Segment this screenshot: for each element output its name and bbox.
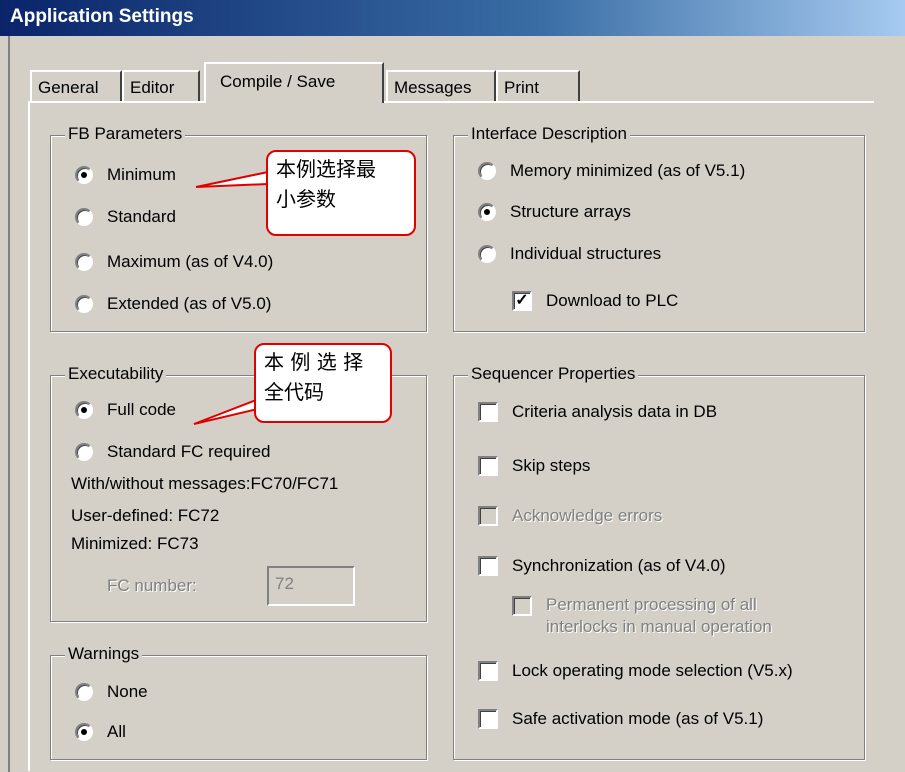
annotation-callout-minimum: 本例选择最 小参数 xyxy=(266,150,416,236)
callout-pointers xyxy=(193,170,269,425)
annotation-callout-full-code: 本 例 选 择 全代码 xyxy=(254,343,392,423)
tab-compile-save[interactable]: Compile / Save xyxy=(204,62,384,103)
